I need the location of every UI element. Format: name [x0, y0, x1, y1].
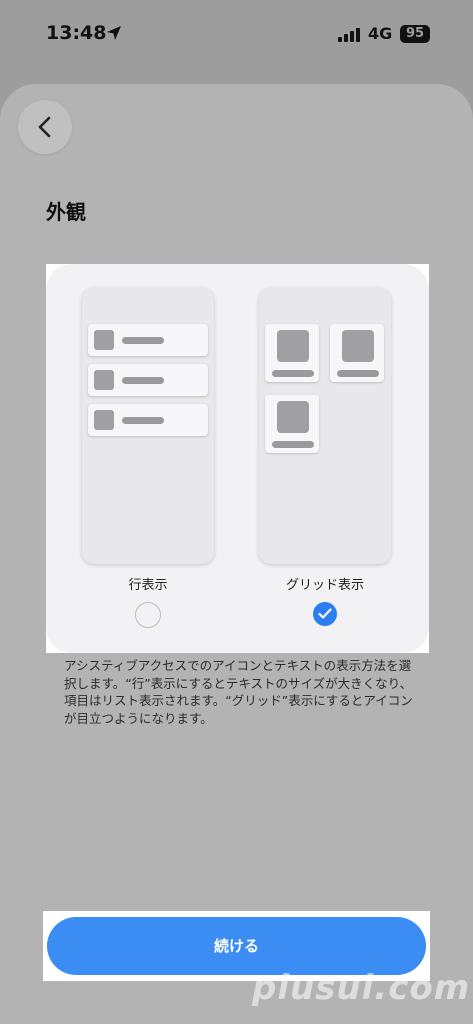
- preview-tile: [265, 395, 319, 453]
- checkmark-icon: [318, 608, 332, 619]
- preview-tile: [330, 324, 384, 382]
- preview-text-placeholder: [122, 337, 164, 344]
- preview-icon-placeholder: [277, 330, 309, 362]
- list-layout-preview[interactable]: [82, 288, 214, 564]
- location-arrow-icon: [107, 26, 121, 40]
- preview-icon-placeholder: [94, 330, 114, 350]
- chevron-left-icon: [38, 116, 51, 138]
- preview-icon-placeholder: [94, 410, 114, 430]
- rows-radio-button[interactable]: [135, 602, 161, 628]
- layout-preview-card: 行表示 グリッド表示: [46, 264, 429, 653]
- continue-button[interactable]: 続ける: [47, 917, 426, 975]
- layout-preview-frame: 行表示 グリッド表示: [46, 264, 429, 653]
- grid-layout-preview[interactable]: [259, 288, 391, 564]
- preview-text-placeholder: [122, 377, 164, 384]
- preview-row: [88, 364, 208, 396]
- preview-icon-placeholder: [342, 330, 374, 362]
- status-bar: 13:48 4G 95: [0, 0, 473, 72]
- option-label-rows: 行表示: [128, 578, 168, 593]
- watermark-text: plusul.com: [252, 968, 471, 1008]
- preview-text-placeholder: [337, 370, 379, 377]
- option-label-grid: グリッド表示: [285, 578, 364, 593]
- preview-tile: [265, 324, 319, 382]
- grid-radio-button[interactable]: [313, 602, 337, 626]
- cellular-signal-icon: [338, 28, 360, 42]
- preview-text-placeholder: [272, 370, 314, 377]
- status-time: 13:48: [46, 22, 107, 44]
- appearance-description: アシスティブアクセスでのアイコンとテキストの表示方法を選択します。“行”表示にす…: [64, 658, 413, 726]
- preview-icon-placeholder: [94, 370, 114, 390]
- preview-text-placeholder: [272, 441, 314, 448]
- preview-row: [88, 404, 208, 436]
- preview-text-placeholder: [122, 417, 164, 424]
- page-title: 外観: [46, 200, 86, 224]
- battery-indicator: 95: [400, 25, 430, 43]
- preview-icon-placeholder: [277, 401, 309, 433]
- preview-row: [88, 324, 208, 356]
- back-button[interactable]: [18, 100, 72, 154]
- network-type: 4G: [368, 24, 393, 43]
